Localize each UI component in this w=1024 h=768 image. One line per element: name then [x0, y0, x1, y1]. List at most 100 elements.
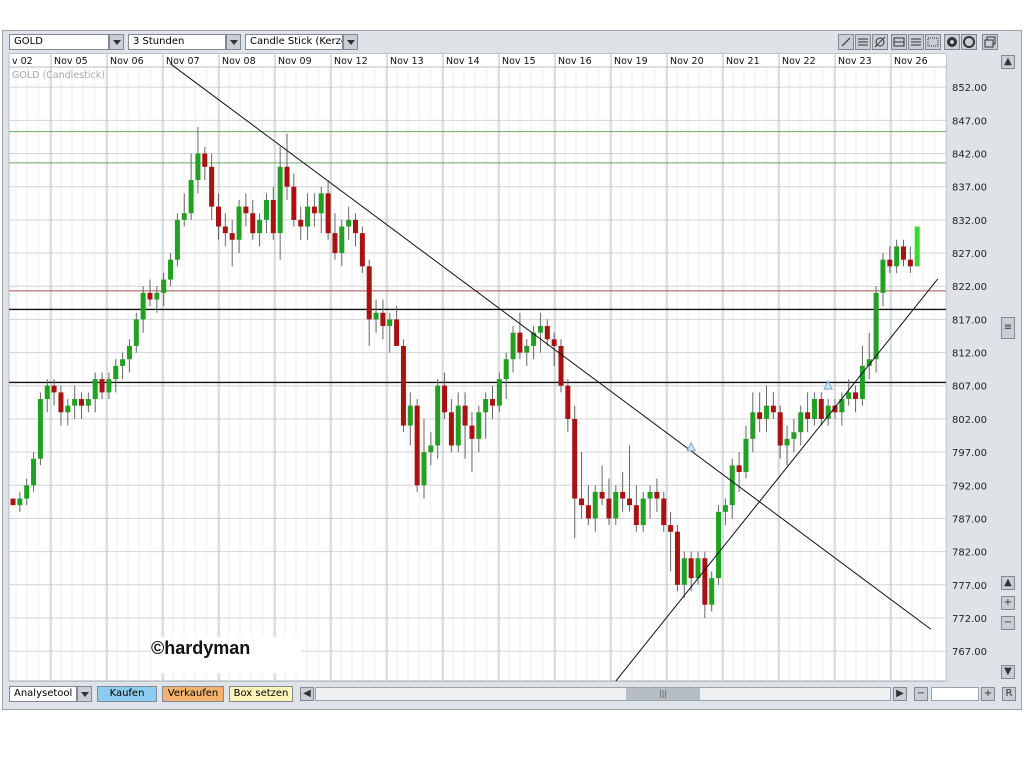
- y-tick-label: 807.00: [952, 382, 987, 393]
- candle-body: [901, 246, 906, 260]
- reset-button[interactable]: R: [1002, 687, 1016, 701]
- candle-body: [736, 465, 742, 472]
- vertical-scroll-thumb[interactable]: ≡: [1001, 317, 1015, 339]
- candle-body: [572, 418, 578, 499]
- candle-body: [99, 379, 105, 393]
- candle-body: [407, 405, 413, 426]
- candle-body: [428, 445, 434, 453]
- candle-body: [120, 359, 126, 366]
- candle-body: [907, 259, 913, 267]
- candle-body: [133, 319, 139, 346]
- candle-body: [681, 558, 687, 585]
- candle-body: [216, 206, 221, 227]
- candle-body: [92, 379, 98, 400]
- scroll-down-icon[interactable]: ▼: [1001, 665, 1015, 679]
- zoom-slider[interactable]: [931, 687, 979, 701]
- candle-body: [606, 498, 612, 519]
- horizontal-scroll-thumb[interactable]: |||: [626, 688, 700, 700]
- candle-body: [202, 153, 208, 167]
- candle-body: [510, 332, 516, 360]
- candle-body: [770, 405, 776, 413]
- candle-body: [168, 259, 174, 280]
- x-tick-label: Nov 12: [334, 56, 368, 67]
- candle-body: [339, 226, 345, 254]
- candle-body: [229, 233, 235, 240]
- candle-body: [579, 498, 585, 506]
- candle-body: [195, 153, 201, 181]
- scroll-up-small-icon[interactable]: ▲: [1001, 576, 1015, 590]
- candle-body: [277, 166, 283, 234]
- candle-body: [668, 525, 674, 532]
- x-tick-label: Nov 09: [278, 56, 312, 67]
- x-tick-label: Nov 05: [54, 56, 88, 67]
- candle-body: [394, 319, 400, 346]
- candle-body: [722, 505, 728, 512]
- y-tick-label: 837.00: [952, 183, 987, 194]
- y-tick-label: 787.00: [952, 514, 987, 525]
- candle-body: [716, 511, 722, 579]
- candle-body: [209, 166, 215, 207]
- zoom-out-vertical-icon[interactable]: −: [1001, 616, 1015, 630]
- candle-body: [784, 438, 790, 446]
- horizontal-scrollbar[interactable]: |||: [315, 687, 891, 701]
- chart-area[interactable]: 852.00 847.00 842.00 837.00 832.00 827.00 822.…: [3, 31, 1021, 683]
- candle-body: [613, 491, 619, 519]
- candle-body: [161, 279, 167, 293]
- candle-body: [311, 206, 317, 214]
- analysetool-dropdown-icon[interactable]: [77, 686, 92, 702]
- y-tick-label: 817.00: [952, 315, 987, 326]
- y-tick-label: 832.00: [952, 216, 987, 227]
- y-tick-label: 767.00: [952, 647, 987, 658]
- set-box-button[interactable]: Box setzen: [229, 686, 293, 702]
- candle-body: [113, 365, 119, 380]
- candle-body: [17, 498, 23, 506]
- y-tick-label: 852.00: [952, 83, 987, 94]
- scroll-up-icon[interactable]: ▲: [1001, 55, 1015, 69]
- y-tick-label: 797.00: [952, 448, 987, 459]
- candle-body: [565, 385, 571, 419]
- candle-body: [818, 399, 824, 419]
- candle-body: [592, 491, 598, 519]
- candle-body: [647, 491, 653, 499]
- sell-button[interactable]: Verkaufen: [162, 686, 224, 702]
- candle-body: [503, 359, 509, 380]
- candle-body: [359, 233, 365, 267]
- candle-body: [702, 558, 708, 605]
- candle-body: [743, 438, 749, 472]
- candle-body: [695, 558, 701, 579]
- candle-body: [640, 498, 646, 526]
- candle-body: [243, 206, 249, 214]
- candle-body: [798, 412, 804, 433]
- zoom-out-button[interactable]: −: [914, 687, 928, 701]
- x-tick-label: Nov 26: [894, 56, 928, 67]
- candle-body: [10, 498, 16, 506]
- y-tick-label: 847.00: [952, 116, 987, 127]
- analysetool-select[interactable]: Analysetool: [9, 686, 77, 702]
- candle-body: [524, 345, 530, 353]
- candle-body: [85, 399, 91, 406]
- candle-body: [366, 266, 372, 320]
- candle-body: [496, 379, 502, 406]
- candle-body: [353, 219, 358, 234]
- x-tick-label: Nov 19: [614, 56, 648, 67]
- candle-body: [490, 399, 495, 406]
- candle-body: [65, 405, 71, 413]
- x-tick-label: Nov 21: [726, 56, 760, 67]
- candle-body: [674, 531, 680, 585]
- candle-body: [729, 465, 735, 506]
- zoom-in-button[interactable]: +: [981, 687, 995, 701]
- candle-body: [174, 219, 180, 260]
- y-tick-label: 842.00: [952, 150, 987, 161]
- zoom-in-vertical-icon[interactable]: +: [1001, 596, 1015, 610]
- candle-body: [462, 405, 468, 426]
- candle-body: [627, 498, 632, 506]
- scroll-left-icon[interactable]: ◀: [300, 687, 314, 701]
- candle-body: [72, 399, 78, 406]
- buy-button[interactable]: Kaufen: [97, 686, 157, 702]
- scroll-right-icon[interactable]: ▶: [893, 687, 907, 701]
- candle-body: [805, 412, 811, 419]
- candle-body: [325, 193, 331, 234]
- candle-body: [257, 219, 263, 234]
- candle-body: [298, 219, 304, 227]
- candle-body: [661, 498, 667, 526]
